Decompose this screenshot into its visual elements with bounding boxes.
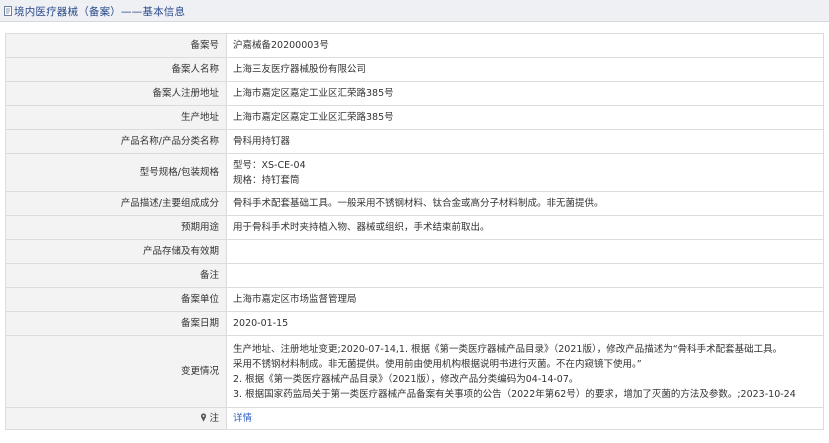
row-value-registrant-name: 上海三友医疗器械股份有限公司 bbox=[226, 57, 824, 82]
spec-line: 规格：持钉套筒 bbox=[233, 174, 300, 186]
row-value-filing-date: 2020-01-15 bbox=[226, 311, 824, 336]
device-info-table: 备案号 沪嘉械备20200003号 备案人名称 上海三友医疗器械股份有限公司 备… bbox=[5, 33, 824, 430]
row-label-production-address: 生产地址 bbox=[5, 105, 227, 130]
row-label-registered-address: 备案人注册地址 bbox=[5, 81, 227, 106]
row-value-registered-address: 上海市嘉定区嘉定工业区汇荣路385号 bbox=[226, 81, 824, 106]
row-label-product-name: 产品名称/产品分类名称 bbox=[5, 129, 227, 154]
model-line: 型号：XS-CE-04 bbox=[233, 159, 306, 171]
details-link[interactable]: 详情 bbox=[233, 413, 252, 424]
pin-icon bbox=[201, 413, 207, 422]
row-label-filing-unit: 备案单位 bbox=[5, 287, 227, 312]
table-row: 变更情况 生产地址、注册地址变更;2020-07-14,1. 根据《第一类医疗器… bbox=[5, 335, 824, 408]
table-row: 备案单位 上海市嘉定区市场监督管理局 bbox=[5, 287, 824, 312]
row-label-intended-use: 预期用途 bbox=[5, 215, 227, 240]
table-row: 产品存储及有效期 bbox=[5, 239, 824, 264]
change-line: 采用不锈钢材料制成。非无菌提供。使用前由使用机构根据说明书进行灭菌。不在内窥镜下… bbox=[233, 358, 642, 370]
table-row: 注 详情 bbox=[5, 407, 824, 430]
row-label-description: 产品描述/主要组成成分 bbox=[5, 191, 227, 216]
row-value-changes: 生产地址、注册地址变更;2020-07-14,1. 根据《第一类医疗器械产品目录… bbox=[226, 335, 824, 408]
row-value-note: 详情 bbox=[226, 407, 824, 430]
row-label-note: 注 bbox=[5, 407, 227, 430]
table-row: 生产地址 上海市嘉定区嘉定工业区汇荣路385号 bbox=[5, 105, 824, 130]
row-value-record-number: 沪嘉械备20200003号 bbox=[226, 33, 824, 58]
row-label-filing-date: 备案日期 bbox=[5, 311, 227, 336]
row-value-filing-unit: 上海市嘉定区市场监督管理局 bbox=[226, 287, 824, 312]
table-row: 产品名称/产品分类名称 骨科用持钉器 bbox=[5, 129, 824, 154]
row-value-remarks bbox=[226, 263, 824, 288]
row-label-changes: 变更情况 bbox=[5, 335, 227, 408]
row-value-product-name: 骨科用持钉器 bbox=[226, 129, 824, 154]
table-row: 型号规格/包装规格 型号：XS-CE-04 规格：持钉套筒 bbox=[5, 153, 824, 192]
row-value-model-spec: 型号：XS-CE-04 规格：持钉套筒 bbox=[226, 153, 824, 192]
page-title: 境内医疗器械（备案）——基本信息 bbox=[14, 6, 186, 18]
row-value-description: 骨科手术配套基础工具。一般采用不锈钢材料、钛合金或高分子材料制成。非无菌提供。 bbox=[226, 191, 824, 216]
table-row: 预期用途 用于骨科手术时夹持植入物、器械或组织，手术结束前取出。 bbox=[5, 215, 824, 240]
table-row: 备注 bbox=[5, 263, 824, 288]
table-row: 备案人注册地址 上海市嘉定区嘉定工业区汇荣路385号 bbox=[5, 81, 824, 106]
row-value-storage bbox=[226, 239, 824, 264]
change-line: 2. 根据《第一类医疗器械产品目录》（2021版），修改产品分类编码为04-14… bbox=[233, 373, 579, 385]
change-line: 生产地址、注册地址变更;2020-07-14,1. 根据《第一类医疗器械产品目录… bbox=[233, 343, 783, 355]
row-label-remarks: 备注 bbox=[5, 263, 227, 288]
page-header: 境内医疗器械（备案）——基本信息 bbox=[0, 0, 829, 22]
row-label-storage: 产品存储及有效期 bbox=[5, 239, 227, 264]
table-row: 产品描述/主要组成成分 骨科手术配套基础工具。一般采用不锈钢材料、钛合金或高分子… bbox=[5, 191, 824, 216]
change-line: 3. 根据国家药监局关于第一类医疗器械产品备案有关事项的公告（2022年第62号… bbox=[233, 388, 796, 400]
document-icon bbox=[4, 6, 12, 16]
row-label-registrant-name: 备案人名称 bbox=[5, 57, 227, 82]
row-label-record-number: 备案号 bbox=[5, 33, 227, 58]
row-value-intended-use: 用于骨科手术时夹持植入物、器械或组织，手术结束前取出。 bbox=[226, 215, 824, 240]
row-label-model-spec: 型号规格/包装规格 bbox=[5, 153, 227, 192]
note-label: 注 bbox=[209, 413, 219, 424]
table-row: 备案日期 2020-01-15 bbox=[5, 311, 824, 336]
table-row: 备案号 沪嘉械备20200003号 bbox=[5, 33, 824, 58]
table-row: 备案人名称 上海三友医疗器械股份有限公司 bbox=[5, 57, 824, 82]
row-value-production-address: 上海市嘉定区嘉定工业区汇荣路385号 bbox=[226, 105, 824, 130]
